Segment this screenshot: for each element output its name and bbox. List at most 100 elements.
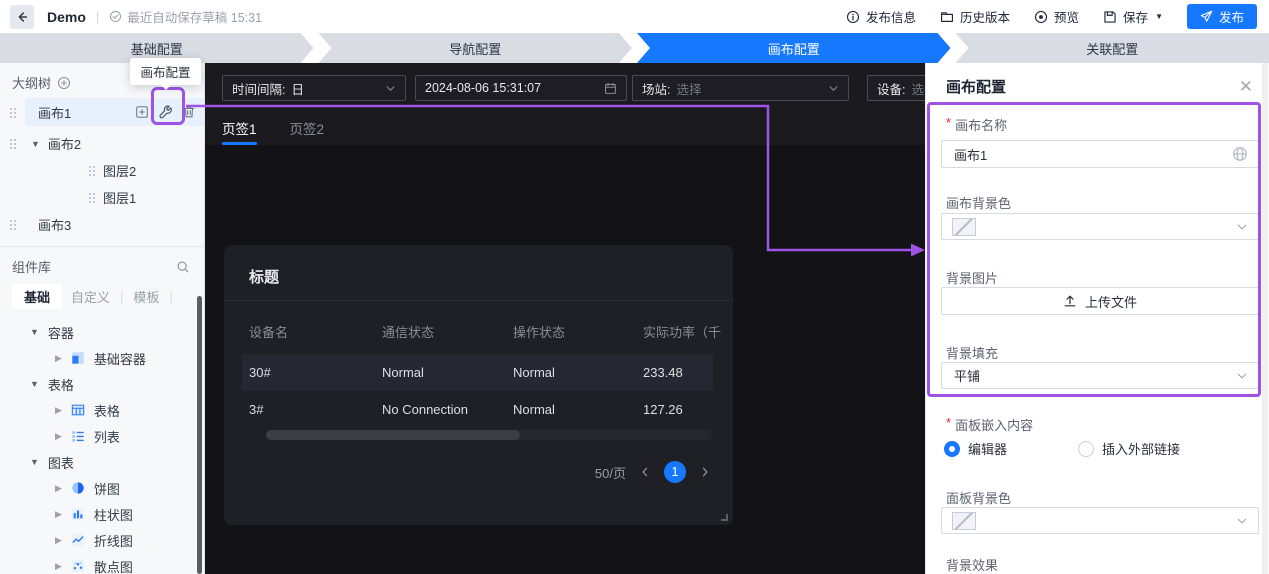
step-canvas-config[interactable]: 画布配置 — [637, 33, 951, 63]
interval-select[interactable]: 时间间隔: 日 — [222, 75, 406, 101]
sidebar-scrollbar[interactable] — [197, 296, 202, 574]
group-container[interactable]: ▼ 容器 — [0, 319, 204, 345]
radio-external-link[interactable] — [1078, 440, 1095, 457]
save-icon — [1103, 10, 1117, 24]
component-bar-chart[interactable]: ▶ 柱状图 — [0, 501, 204, 527]
column-header: 通信状态 — [382, 324, 435, 340]
component-list[interactable]: ▶ 列表 — [0, 423, 204, 449]
tab-basic[interactable]: 基础 — [12, 283, 63, 309]
component-pie-chart[interactable]: ▶ 饼图 — [0, 475, 204, 501]
calendar-icon — [604, 82, 617, 95]
preview-button[interactable]: 预览 — [1034, 7, 1079, 26]
drag-handle[interactable] — [88, 192, 95, 203]
outline-item-label: 画布2 — [47, 137, 82, 152]
add-square-icon[interactable] — [135, 105, 149, 119]
panel-scrollbar[interactable] — [1262, 63, 1268, 574]
bg-fill-select[interactable]: 平铺 — [941, 362, 1259, 389]
color-swatch-empty — [952, 511, 976, 530]
group-chart[interactable]: ▼ 图表 — [0, 449, 204, 475]
component-line-chart[interactable]: ▶ 折线图 — [0, 527, 204, 553]
caret-down-icon: ▼ — [30, 457, 39, 467]
outline-item-layer1[interactable]: 图层1 — [0, 184, 204, 211]
canvas-config-panel: 画布配置 ✕ * 画布名称 画布1 画布背景色 背景图片 上传文件 背景填充 平… — [925, 63, 1269, 574]
drag-handle[interactable] — [88, 165, 95, 176]
caret-down-icon: ▼ — [30, 379, 39, 389]
tab-page2[interactable]: 页签2 — [290, 118, 325, 143]
upload-file-button[interactable]: 上传文件 — [941, 287, 1259, 315]
chevron-down-icon — [1236, 515, 1248, 527]
radio-external-label[interactable]: 插入外部链接 — [1102, 439, 1180, 458]
save-button[interactable]: 保存 ▼ — [1103, 7, 1163, 26]
tab-template[interactable]: 模板 — [124, 284, 168, 309]
outline-item-canvas1[interactable]: 画布1 — [0, 98, 204, 126]
table-cell: 3# — [249, 402, 264, 417]
outline-item-canvas2[interactable]: ▼ 画布2 — [0, 130, 204, 157]
component-table[interactable]: ▶ 表格 — [0, 397, 204, 423]
table-cell: 30# — [249, 365, 271, 380]
scatter-icon — [71, 559, 85, 573]
send-icon — [1200, 10, 1213, 23]
drag-handle[interactable] — [9, 219, 16, 230]
datetime-picker[interactable]: 2024-08-06 15:31:07 — [415, 75, 627, 101]
publish-info-button[interactable]: 发布信息 — [846, 7, 916, 26]
pagination-prev-icon[interactable] — [639, 466, 651, 478]
globe-icon[interactable] — [1232, 146, 1248, 162]
outline-item-label: 图层1 — [103, 191, 137, 206]
widget-resize-handle[interactable] — [721, 514, 728, 521]
radio-editor-checked[interactable] — [944, 440, 960, 457]
publish-button[interactable]: 发布 — [1186, 4, 1257, 29]
device-placeholder: 选择 — [911, 82, 925, 97]
step-nav-config[interactable]: 导航配置 — [319, 33, 633, 63]
close-icon[interactable]: ✕ — [1239, 78, 1253, 95]
page-tabs: 页签1 页签2 — [222, 118, 325, 145]
trash-icon[interactable] — [182, 105, 196, 119]
table-widget-card[interactable]: 标题 设备名 通信状态 操作状态 实际功率（千 30# Normal Norma… — [224, 245, 733, 525]
document-title: Demo — [47, 8, 86, 25]
caret-down-icon: ▼ — [30, 327, 39, 337]
caret-down-icon[interactable]: ▼ — [31, 139, 40, 149]
group-table[interactable]: ▼ 表格 — [0, 371, 204, 397]
drag-handle[interactable] — [9, 106, 16, 118]
canvas-bg-color-label: 画布背景色 — [946, 196, 1012, 211]
outline-item-actions — [135, 104, 196, 120]
canvas-name-label: * 画布名称 — [946, 115, 1008, 133]
tab-custom[interactable]: 自定义 — [62, 284, 119, 309]
table-hscroll-thumb[interactable] — [266, 430, 520, 440]
station-select[interactable]: 场站: 选择 — [632, 75, 849, 101]
wrench-icon[interactable] — [158, 104, 173, 120]
history-version-button[interactable]: 历史版本 — [940, 7, 1010, 26]
current-page-button[interactable]: 1 — [664, 461, 686, 483]
circle-plus-icon[interactable] — [57, 76, 71, 90]
table-row: 3# No Connection Normal 127.26 — [242, 391, 713, 428]
component-library-header: 组件库 — [0, 247, 204, 282]
tab-page1[interactable]: 页签1 — [222, 118, 257, 145]
embed-content-label: * 面板嵌入内容 — [946, 415, 1034, 433]
back-button[interactable] — [10, 4, 34, 29]
info-circle-icon — [846, 10, 860, 24]
component-basic-container[interactable]: ▶ 基础容器 — [0, 345, 204, 371]
table-cell: Normal — [513, 402, 555, 417]
drag-handle[interactable] — [9, 138, 16, 149]
outline-item-layer2[interactable]: 图层2 — [0, 157, 204, 184]
autosave-status: 最近自动保存草稿 15:31 — [109, 7, 262, 26]
search-icon[interactable] — [176, 260, 190, 274]
radio-editor-label[interactable]: 编辑器 — [968, 439, 1007, 458]
container-icon — [71, 351, 85, 365]
caret-right-icon: ▶ — [55, 534, 62, 545]
panel-title: 画布配置 — [946, 79, 1007, 96]
component-library: 组件库 基础 自定义 | 模板 | ▼ 容器 ▶ 基础容器 ▼ 表格 ▶ 表格 … — [0, 246, 204, 574]
panel-bg-color-select[interactable] — [941, 507, 1259, 534]
canvas-name-input[interactable]: 画布1 — [941, 140, 1259, 168]
tab-separator: | — [169, 288, 173, 304]
component-scatter-chart[interactable]: ▶ 散点图 — [0, 553, 204, 574]
outline-item-label: 图层2 — [103, 164, 137, 179]
step-relation-config[interactable]: 关联配置 — [955, 33, 1269, 63]
canvas-bg-color-select[interactable] — [941, 213, 1259, 240]
upload-icon — [1063, 294, 1077, 308]
chevron-down-icon — [828, 83, 839, 94]
embed-options: 编辑器 插入外部链接 — [944, 439, 1180, 458]
page-size-label: 50/页 — [594, 465, 626, 481]
outline-item-canvas3[interactable]: 画布3 — [0, 211, 204, 238]
device-select[interactable]: 设备: 选择 — [867, 75, 925, 101]
pagination-next-icon[interactable] — [699, 466, 711, 478]
